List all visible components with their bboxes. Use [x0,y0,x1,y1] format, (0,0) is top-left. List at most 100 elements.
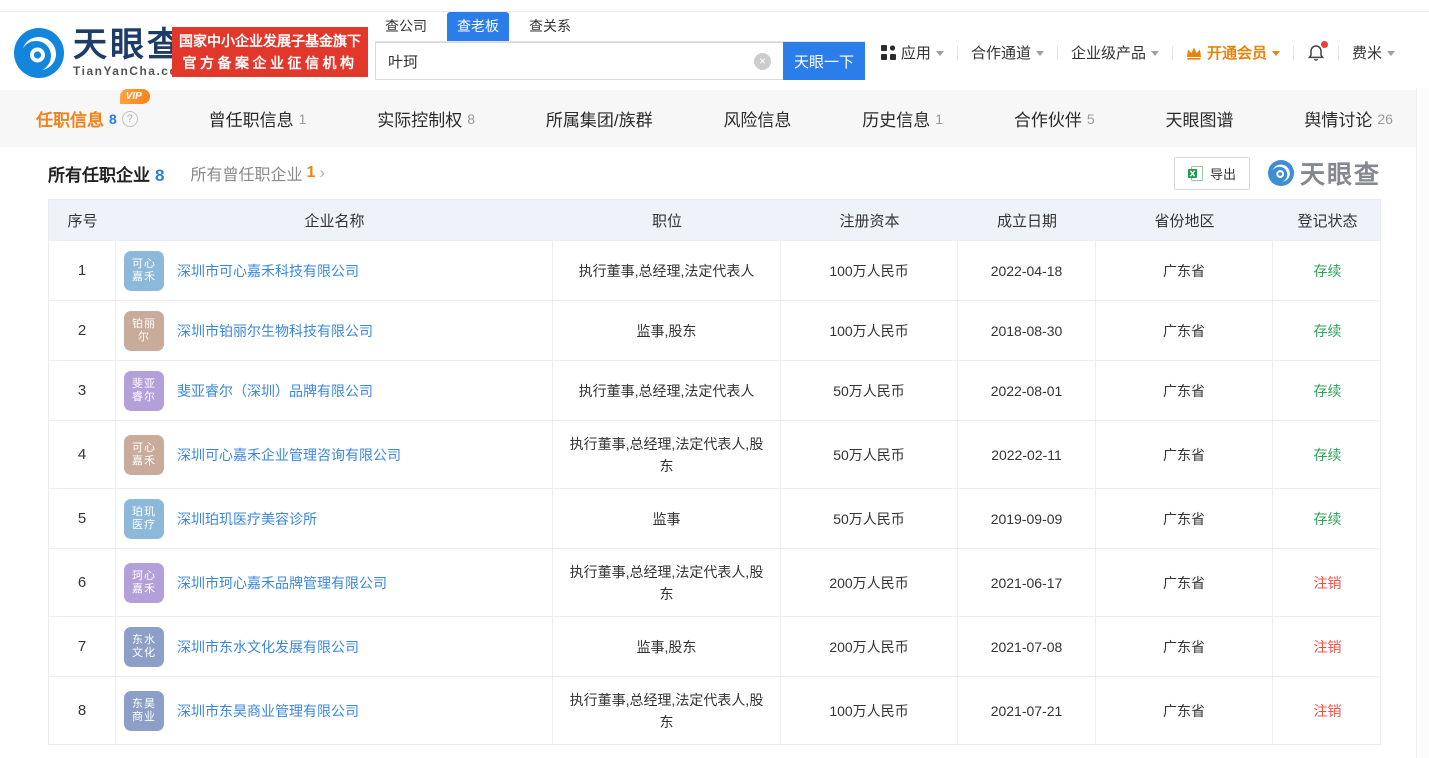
col-position: 职位 [553,200,781,240]
registered-capital: 100万人民币 [781,301,958,360]
watermark-logo-icon [1268,160,1294,186]
table-row: 7 东水 文化 深圳市东水文化发展有限公司 监事,股东 200万人民币 2021… [49,616,1380,676]
province: 广东省 [1096,677,1273,744]
nav-enterprise-products[interactable]: 企业级产品 [1071,42,1159,63]
province: 广东省 [1096,549,1273,616]
province: 广东省 [1096,301,1273,360]
all-positions-title[interactable]: 所有任职企业8 [48,161,164,186]
tab-positions[interactable]: 任职信息 8 ? VIP [32,106,142,131]
company-link[interactable]: 深圳市铂丽尔生物科技有限公司 [177,321,373,341]
company-link[interactable]: 深圳市珂心嘉禾品牌管理有限公司 [177,573,387,593]
company-logo: 可心 嘉禾 [124,251,164,291]
excel-icon [1188,166,1203,181]
founding-date: 2018-08-30 [958,301,1096,360]
company-link[interactable]: 深圳珀玑医疗美容诊所 [177,509,317,529]
clear-search-icon[interactable]: × [754,53,771,70]
tab-group[interactable]: 所属集团/族群 [542,106,657,131]
founding-date: 2021-07-21 [958,677,1096,744]
position: 执行董事,总经理,法定代表人,股东 [553,549,781,616]
status-badge: 注销 [1273,549,1382,616]
export-button[interactable]: 导出 [1174,157,1250,190]
company-link[interactable]: 斐亚睿尔（深圳）品牌有限公司 [177,381,373,401]
company-logo: 铂丽 尔 [124,311,164,351]
username: 费米 [1352,42,1382,63]
search-tab-boss[interactable]: 查老板 [447,12,509,41]
status-badge: 注销 [1273,677,1382,744]
divider [1172,46,1173,60]
col-seq: 序号 [49,200,116,240]
nav-apps[interactable]: 应用 [881,42,944,63]
row-index: 5 [49,489,116,548]
tianyancha-logo-icon [14,28,64,78]
search-tabs: 查公司 查老板 查关系 [375,14,865,42]
search-tab-company[interactable]: 查公司 [375,12,437,41]
official-credential-badge: 国家中小企业发展子基金旗下 官方备案企业征信机构 [172,27,368,77]
nav-user[interactable]: 费米 [1352,42,1395,63]
crown-icon [1186,46,1202,60]
tab-graph[interactable]: 天眼图谱 [1162,106,1238,131]
table-row: 2 铂丽 尔 深圳市铂丽尔生物科技有限公司 监事,股东 100万人民币 2018… [49,300,1380,360]
position: 执行董事,总经理,法定代表人 [553,241,781,300]
table-header-row: 序号 企业名称 职位 注册资本 成立日期 省份地区 登记状态 [49,200,1380,240]
company-link[interactable]: 深圳市东水文化发展有限公司 [177,637,359,657]
search-input[interactable] [376,43,783,79]
province: 广东省 [1096,241,1273,300]
divider [957,46,958,60]
section-header: 所有任职企业8 所有曾任职企业 1 › 导出 [48,147,1381,199]
tab-past-positions[interactable]: 曾任职信息 1 [205,106,311,131]
row-index: 2 [49,301,116,360]
tab-partners[interactable]: 合作伙伴 5 [1010,106,1099,131]
position: 监事,股东 [553,617,781,676]
tab-public-opinion[interactable]: 舆情讨论 26 [1300,106,1397,131]
divider [1057,46,1058,60]
search-button[interactable]: 天眼一下 [783,42,865,80]
registered-capital: 50万人民币 [781,489,958,548]
founding-date: 2021-06-17 [958,549,1096,616]
province: 广东省 [1096,617,1273,676]
positions-table: 序号 企业名称 职位 注册资本 成立日期 省份地区 登记状态 1 可心 嘉禾 深… [48,199,1381,745]
notifications-bell[interactable] [1307,44,1325,62]
table-row: 4 可心 嘉禾 深圳可心嘉禾企业管理咨询有限公司 执行董事,总经理,法定代表人,… [49,420,1380,488]
vip-badge: VIP [120,89,150,104]
tab-history[interactable]: 历史信息 1 [858,106,947,131]
company-logo: 东水 文化 [124,627,164,667]
registered-capital: 200万人民币 [781,617,958,676]
province: 广东省 [1096,361,1273,420]
watermark-text: 天眼查 [1300,155,1381,191]
tianyancha-logo[interactable]: 天眼查 TianYanCha.com [14,27,190,78]
row-index: 8 [49,677,116,744]
province: 广东省 [1096,421,1273,488]
founding-date: 2022-04-18 [958,241,1096,300]
badge-line-2: 官方备案企业征信机构 [183,52,358,74]
company-link[interactable]: 深圳市东昊商业管理有限公司 [177,701,359,721]
header: 天眼查 TianYanCha.com 国家中小企业发展子基金旗下 官方备案企业征… [0,12,1429,90]
tab-risk[interactable]: 风险信息 [719,106,795,131]
search-tab-relation[interactable]: 查关系 [519,12,581,41]
status-badge: 存续 [1273,301,1382,360]
position: 执行董事,总经理,法定代表人,股东 [553,677,781,744]
row-index: 7 [49,617,116,676]
row-index: 1 [49,241,116,300]
apps-grid-icon [881,45,896,60]
registered-capital: 200万人民币 [781,549,958,616]
past-positions-link[interactable]: 所有曾任职企业 1 › [190,161,325,185]
main-content: 所有任职企业8 所有曾任职企业 1 › 导出 [0,147,1429,745]
scrollbar[interactable] [1416,88,1429,758]
company-link[interactable]: 深圳市可心嘉禾科技有限公司 [177,261,359,281]
chevron-down-icon [1036,51,1044,56]
notification-dot [1321,41,1328,48]
registered-capital: 100万人民币 [781,241,958,300]
past-positions-count: 1 [306,164,315,182]
founding-date: 2021-07-08 [958,617,1096,676]
badge-line-1: 国家中小企业发展子基金旗下 [179,30,361,52]
chevron-down-icon [1272,51,1280,56]
profile-tab-bar: 任职信息 8 ? VIP 曾任职信息 1 实际控制权 8 所属集团/族群 风险信… [0,90,1429,147]
tab-actual-control[interactable]: 实际控制权 8 [373,106,479,131]
table-row: 1 可心 嘉禾 深圳市可心嘉禾科技有限公司 执行董事,总经理,法定代表人 100… [49,240,1380,300]
nav-cooperation[interactable]: 合作通道 [971,42,1044,63]
nav-open-vip[interactable]: 开通会员 [1186,42,1280,63]
chevron-right-icon: › [319,163,325,183]
col-status: 登记状态 [1273,200,1382,240]
company-link[interactable]: 深圳可心嘉禾企业管理咨询有限公司 [177,445,401,465]
help-icon[interactable]: ? [122,111,138,127]
